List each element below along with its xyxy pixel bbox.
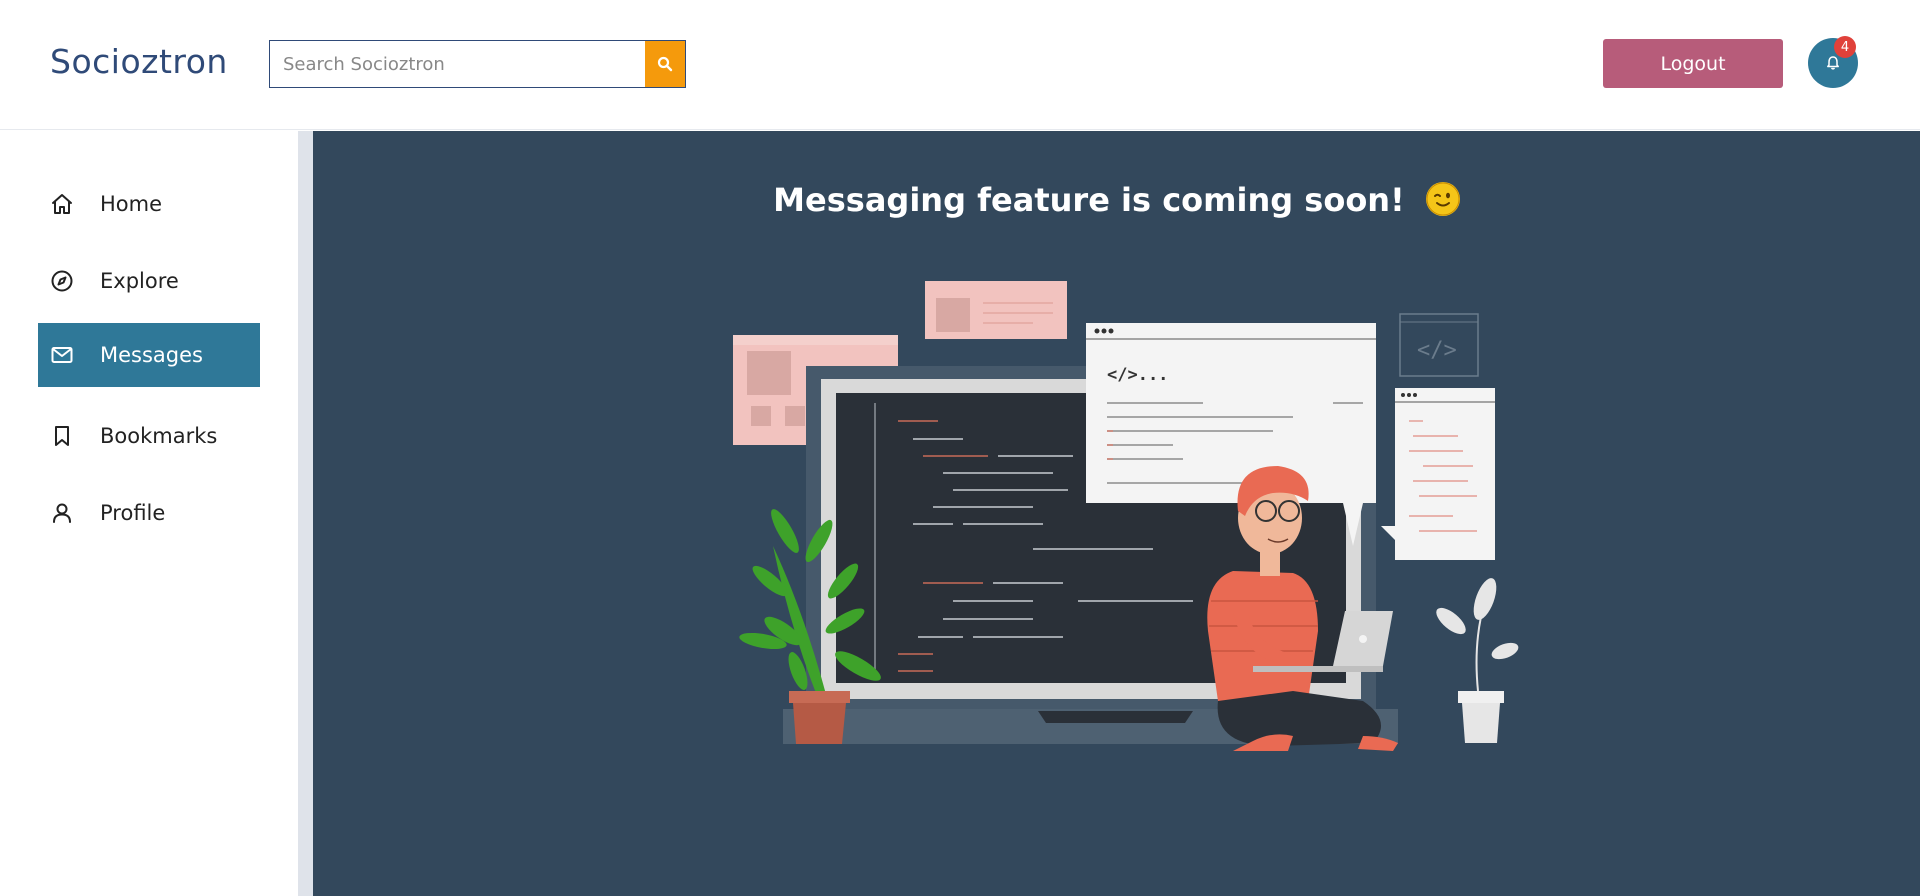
sidebar-item-label: Explore [100, 269, 179, 293]
main-content: Messaging feature is coming soon! </>...… [313, 131, 1920, 896]
mail-icon [51, 347, 73, 363]
sidebar-item-label: Bookmarks [100, 424, 218, 448]
code-snippet-text: </>... [1107, 365, 1168, 385]
search-icon [657, 56, 673, 72]
top-bar: Socioztron Logout 4 [0, 0, 1920, 130]
sidebar-item-label: Home [100, 192, 163, 216]
bell-icon [1827, 56, 1839, 70]
wink-emoji-icon [1425, 182, 1460, 216]
page-title: Messaging feature is coming soon! [313, 181, 1920, 219]
sidebar-item-label: Profile [100, 501, 166, 525]
developer-illustration: </>... </> [733, 281, 1519, 751]
search-button[interactable] [645, 41, 685, 87]
search-bar [269, 40, 686, 88]
notification-badge: 4 [1834, 36, 1856, 58]
logout-button[interactable]: Logout [1603, 39, 1783, 88]
sidebar: Home Explore Messages Bookmarks Profile [0, 131, 298, 896]
sidebar-scrollbar[interactable] [298, 131, 313, 896]
coming-soon-heading: Messaging feature is coming soon! [773, 181, 1405, 219]
svg-text:</>: </> [1417, 338, 1457, 363]
sidebar-item-messages[interactable]: Messages [38, 323, 260, 387]
sidebar-item-label: Messages [100, 343, 203, 367]
sidebar-item-explore[interactable]: Explore [38, 249, 260, 313]
home-icon [52, 194, 72, 214]
sidebar-item-profile[interactable]: Profile [38, 481, 260, 545]
bookmark-icon [55, 426, 69, 446]
sidebar-item-bookmarks[interactable]: Bookmarks [38, 404, 260, 468]
compass-icon [51, 270, 73, 292]
search-input[interactable] [270, 41, 645, 87]
user-icon [53, 503, 71, 523]
sidebar-item-home[interactable]: Home [38, 172, 260, 236]
app-logo[interactable]: Socioztron [50, 42, 228, 81]
